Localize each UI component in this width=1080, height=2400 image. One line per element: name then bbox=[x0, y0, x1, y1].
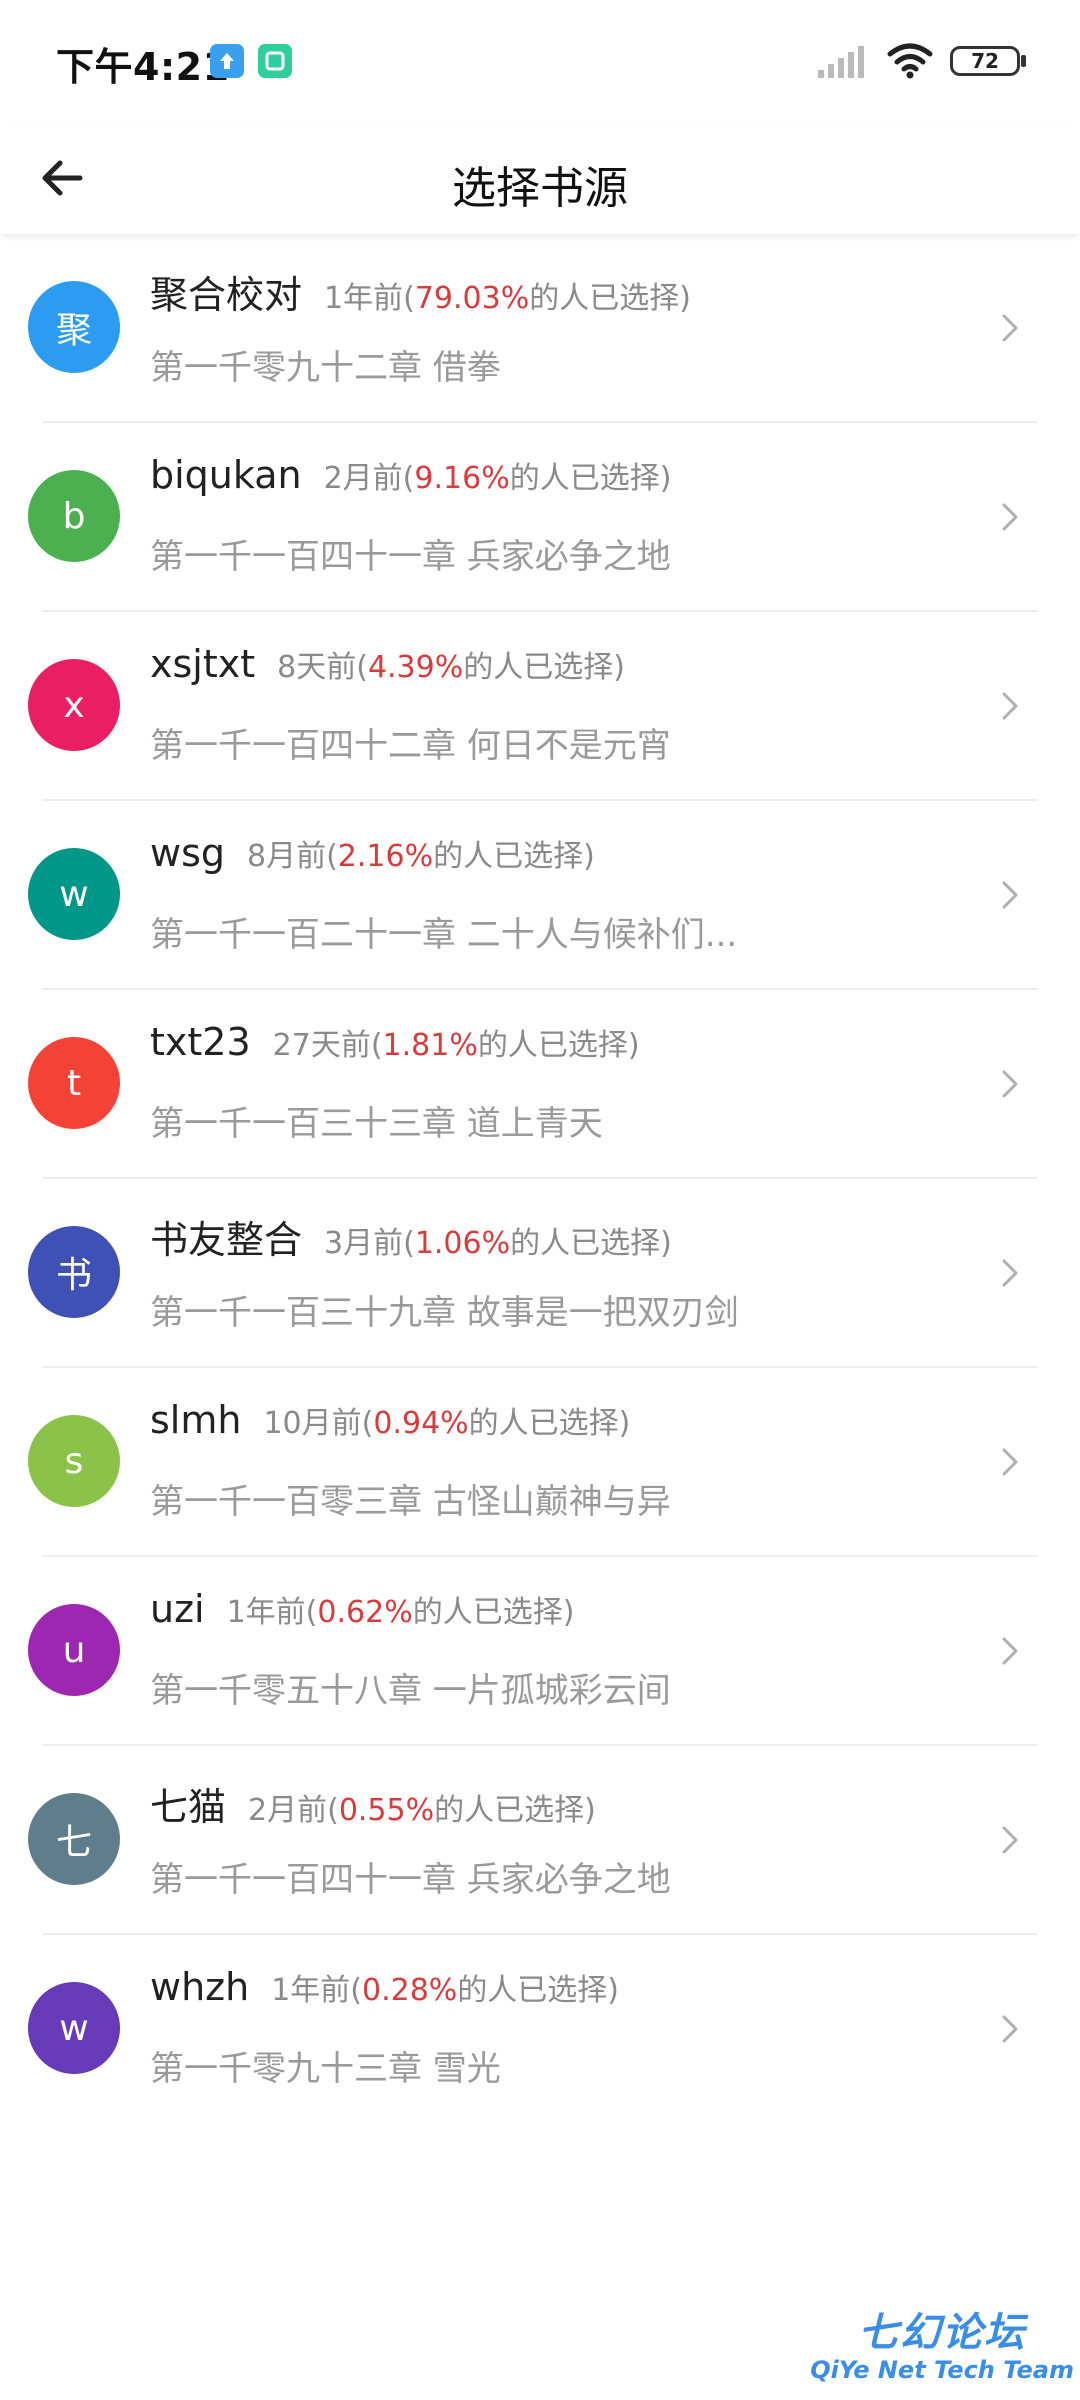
chevron-right-icon bbox=[1002, 1259, 1018, 1287]
source-meta: 2月前(9.16%的人已选择) bbox=[323, 461, 672, 496]
chevron-right-icon bbox=[1002, 314, 1018, 342]
status-time: 下午4:21 bbox=[56, 45, 230, 89]
source-percent: 0.94% bbox=[373, 1406, 469, 1441]
source-percent: 0.62% bbox=[317, 1595, 413, 1630]
upload-notification-icon bbox=[210, 44, 244, 78]
source-avatar: s bbox=[28, 1415, 120, 1507]
source-avatar: x bbox=[28, 659, 120, 751]
latest-chapter: 第一千一百四十二章 何日不是元宵 bbox=[150, 726, 671, 766]
source-meta: 3月前(1.06%的人已选择) bbox=[324, 1226, 672, 1261]
source-item[interactable]: s slmh 10月前(0.94%的人已选择) 第一千一百零三章 古怪山巅神与异 bbox=[0, 1368, 1080, 1557]
source-meta: 10月前(0.94%的人已选择) bbox=[263, 1406, 631, 1441]
chevron-right-icon bbox=[1002, 881, 1018, 909]
source-meta: 1年前(0.62%的人已选择) bbox=[226, 1595, 575, 1630]
latest-chapter: 第一千一百零三章 古怪山巅神与异 bbox=[150, 1482, 671, 1522]
source-meta: 1年前(79.03%的人已选择) bbox=[324, 281, 691, 316]
source-percent: 0.55% bbox=[338, 1793, 435, 1828]
source-percent: 79.03% bbox=[414, 281, 530, 316]
chevron-right-icon bbox=[1002, 1826, 1018, 1854]
source-avatar: u bbox=[28, 1604, 120, 1696]
source-name: uzi bbox=[150, 1587, 205, 1631]
wifi-icon bbox=[887, 43, 933, 79]
source-meta: 27天前(1.81%的人已选择) bbox=[272, 1028, 640, 1063]
chevron-right-icon bbox=[1002, 1070, 1018, 1098]
source-percent: 2.16% bbox=[337, 839, 434, 874]
battery-icon: 72 bbox=[950, 46, 1026, 76]
source-list: 聚 聚合校对 1年前(79.03%的人已选择) 第一千零九十二章 借拳 b bi… bbox=[0, 234, 1080, 2124]
source-avatar: 书 bbox=[28, 1226, 120, 1318]
source-percent: 1.06% bbox=[414, 1226, 511, 1261]
latest-chapter: 第一千零九十三章 雪光 bbox=[150, 2049, 501, 2089]
source-item[interactable]: 书 书友整合 3月前(1.06%的人已选择) 第一千一百三十九章 故事是一把双刃… bbox=[0, 1179, 1080, 1368]
latest-chapter: 第一千一百三十九章 故事是一把双刃剑 bbox=[150, 1293, 739, 1333]
source-item[interactable]: w wsg 8月前(2.16%的人已选择) 第一千一百二十一章 二十人与候补们.… bbox=[0, 801, 1080, 990]
source-item[interactable]: b biqukan 2月前(9.16%的人已选择) 第一千一百四十一章 兵家必争… bbox=[0, 423, 1080, 612]
source-percent: 4.39% bbox=[367, 650, 464, 685]
app-bar: 选择书源 bbox=[0, 124, 1080, 234]
source-percent: 0.28% bbox=[362, 1973, 458, 2008]
latest-chapter: 第一千一百三十三章 道上青天 bbox=[150, 1104, 603, 1144]
source-item[interactable]: w whzh 1年前(0.28%的人已选择) 第一千零九十三章 雪光 bbox=[0, 1935, 1080, 2124]
chevron-right-icon bbox=[1002, 2015, 1018, 2043]
latest-chapter: 第一千零五十八章 一片孤城彩云间 bbox=[150, 1671, 671, 1711]
source-item[interactable]: 聚 聚合校对 1年前(79.03%的人已选择) 第一千零九十二章 借拳 bbox=[0, 234, 1080, 423]
source-avatar: b bbox=[28, 470, 120, 562]
source-name: slmh bbox=[150, 1398, 242, 1442]
watermark-subtitle: QiYe Net Tech Team bbox=[810, 2356, 1074, 2384]
signal-icon bbox=[818, 46, 864, 78]
forum-watermark: 七幻论坛 QiYe Net Tech Team bbox=[810, 2300, 1074, 2384]
source-percent: 1.81% bbox=[382, 1028, 478, 1063]
source-avatar: w bbox=[28, 1982, 120, 2074]
latest-chapter: 第一千一百四十一章 兵家必争之地 bbox=[150, 1860, 671, 1900]
source-avatar: 七 bbox=[28, 1793, 120, 1885]
source-name: biqukan bbox=[150, 453, 302, 497]
source-meta: 2月前(0.55%的人已选择) bbox=[248, 1793, 596, 1828]
chevron-right-icon bbox=[1002, 1448, 1018, 1476]
status-bar: 下午4:21 72 bbox=[0, 0, 1080, 124]
source-name: 七猫 bbox=[150, 1785, 227, 1829]
source-avatar: 聚 bbox=[28, 281, 120, 373]
source-meta: 8天前(4.39%的人已选择) bbox=[277, 650, 625, 685]
source-item[interactable]: t txt23 27天前(1.81%的人已选择) 第一千一百三十三章 道上青天 bbox=[0, 990, 1080, 1179]
source-item[interactable]: x xsjtxt 8天前(4.39%的人已选择) 第一千一百四十二章 何日不是元… bbox=[0, 612, 1080, 801]
source-name: xsjtxt bbox=[150, 642, 256, 686]
source-item[interactable]: u uzi 1年前(0.62%的人已选择) 第一千零五十八章 一片孤城彩云间 bbox=[0, 1557, 1080, 1746]
latest-chapter: 第一千一百二十一章 二十人与候补们... bbox=[150, 915, 738, 955]
chevron-right-icon bbox=[1002, 1637, 1018, 1665]
source-percent: 9.16% bbox=[414, 461, 510, 496]
latest-chapter: 第一千零九十二章 借拳 bbox=[150, 348, 501, 388]
source-name: wsg bbox=[150, 831, 225, 875]
latest-chapter: 第一千一百四十一章 兵家必争之地 bbox=[150, 537, 671, 577]
page-title: 选择书源 bbox=[452, 163, 628, 214]
source-name: 聚合校对 bbox=[150, 273, 303, 317]
source-meta: 1年前(0.28%的人已选择) bbox=[271, 1973, 620, 2008]
watermark-title: 七幻论坛 bbox=[858, 2310, 1027, 2356]
source-name: whzh bbox=[150, 1965, 250, 2009]
source-item[interactable]: 七 七猫 2月前(0.55%的人已选择) 第一千一百四十一章 兵家必争之地 bbox=[0, 1746, 1080, 1935]
app-notification-icon bbox=[258, 44, 292, 78]
chevron-right-icon bbox=[1002, 503, 1018, 531]
source-name: txt23 bbox=[150, 1020, 251, 1064]
source-meta: 8月前(2.16%的人已选择) bbox=[247, 839, 595, 874]
source-avatar: w bbox=[28, 848, 120, 940]
chevron-right-icon bbox=[1002, 692, 1018, 720]
source-avatar: t bbox=[28, 1037, 120, 1129]
source-name: 书友整合 bbox=[150, 1218, 303, 1262]
